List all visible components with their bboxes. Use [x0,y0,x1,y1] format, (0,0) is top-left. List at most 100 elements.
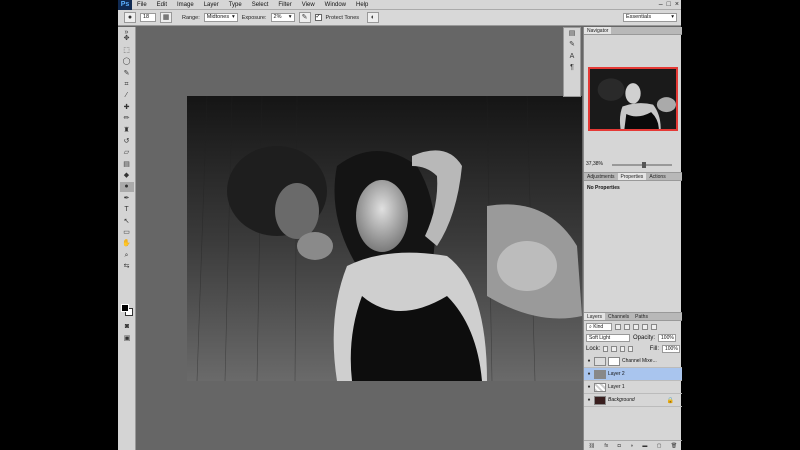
blend-mode-select[interactable]: Soft Light [586,333,630,342]
eyedropper-tool-icon[interactable]: ⁄ [120,91,134,101]
filter-type-icon[interactable] [633,323,639,330]
visibility-eye-icon[interactable]: ● [584,384,594,390]
fill-label: Fill: [649,345,659,352]
move-tool-icon[interactable]: ✥ [120,34,134,44]
brush-size-select[interactable]: 18 [140,13,156,22]
brush-presets-icon[interactable]: ✎ [565,40,579,50]
hand-tool-icon[interactable]: ✋ [120,239,134,249]
screen-mode-icon[interactable]: ▣ [120,334,134,344]
zoom-tool-icon[interactable]: ⌕ [120,251,134,261]
fx-icon[interactable]: fx [604,443,608,449]
dodge-tool-preset-icon[interactable]: ● [124,12,136,23]
quick-mask-icon[interactable]: ◙ [120,322,134,332]
protect-tones-checkbox[interactable]: ✓ [314,14,322,21]
crop-tool-icon[interactable]: ⌗ [120,80,134,90]
history-panel-icon[interactable]: ▤ [565,29,579,39]
path-select-tool-icon[interactable]: ↖ [120,217,134,227]
layer-row-layer-1[interactable]: ● Layer 1 [584,381,682,394]
menu-image[interactable]: Image [172,0,199,10]
blur-tool-icon[interactable]: ◆ [120,171,134,181]
swap-colors-icon[interactable]: ⇆ [120,262,134,272]
blend-row: Soft Light Opacity: 100% [584,332,682,343]
brush-tool-icon[interactable]: ✏ [120,114,134,124]
menu-type[interactable]: Type [224,0,247,10]
eraser-tool-icon[interactable]: ▱ [120,148,134,158]
tab-layers[interactable]: Layers [584,313,606,320]
exposure-select[interactable]: 2% ▾ [270,13,295,22]
new-layer-icon[interactable]: ▢ [657,443,662,449]
adjustment-icon[interactable]: ◑ [630,443,633,449]
foreground-color-swatch[interactable] [121,304,129,312]
visibility-eye-icon[interactable]: ● [584,371,594,377]
layer-row-background[interactable]: ● Background 🔒 [584,394,682,407]
healing-brush-tool-icon[interactable]: ✚ [120,103,134,113]
tab-properties[interactable]: Properties [617,173,647,180]
airbrush-icon[interactable]: ✎ [298,12,311,23]
type-tool-icon[interactable]: T [120,205,134,215]
range-select[interactable]: Midtones ▾ [203,13,238,22]
brush-size-value: 18 [143,14,150,20]
opacity-value: 100% [661,334,674,341]
pen-tool-icon[interactable]: ✒ [120,194,134,204]
lock-pixels-icon[interactable] [611,345,617,352]
menu-view[interactable]: View [297,0,320,10]
navigator-zoom-value[interactable]: 37,38% [586,161,603,167]
layer-row-channel-mixer[interactable]: ● Channel Mixe... [584,355,682,368]
lock-all-icon[interactable] [627,345,633,352]
fill-input[interactable]: 100% [662,344,680,353]
trash-icon[interactable]: 🗑 [671,443,677,449]
folder-icon[interactable]: ▬ [642,443,647,449]
menu-window[interactable]: Window [320,0,351,10]
menu-file[interactable]: File [132,0,152,10]
link-icon[interactable]: ⛓ [589,443,595,449]
tools-collapse-icon[interactable]: » [120,28,134,36]
navigator-thumbnail[interactable] [588,67,678,131]
brush-panel-icon[interactable]: ▦ [160,12,172,23]
maximize-button[interactable]: □ [667,0,671,10]
photoshop-window: Ps File Edit Image Layer Type Select Fil… [118,0,682,450]
filter-adjustment-icon[interactable] [624,323,630,330]
document-canvas[interactable] [187,96,582,381]
menu-edit[interactable]: Edit [152,0,172,10]
lock-position-icon[interactable] [619,345,625,352]
menu-layer[interactable]: Layer [199,0,224,10]
quick-select-tool-icon[interactable]: ✎ [120,69,134,79]
filter-shape-icon[interactable] [642,323,648,330]
menu-select[interactable]: Select [247,0,274,10]
character-panel-icon[interactable]: A [565,52,579,62]
tab-navigator[interactable]: Navigator [584,27,612,34]
layer-thumbnail [594,382,606,392]
tab-channels[interactable]: Channels [605,313,632,320]
dodge-tool-icon[interactable]: ● [119,182,134,193]
layer-row-layer-2[interactable]: ● Layer 2 [584,368,682,381]
gradient-tool-icon[interactable]: ▤ [120,160,134,170]
layer-kind-select[interactable]: ⌕ Kind [586,322,612,331]
marquee-tool-icon[interactable]: ⬚ [120,46,134,56]
close-button[interactable]: × [675,0,679,10]
minimize-button[interactable]: – [659,0,663,10]
tab-paths[interactable]: Paths [632,313,651,320]
navigator-zoom-slider[interactable] [612,162,672,168]
tab-adjustments[interactable]: Adjustments [584,173,618,180]
filter-pixel-icon[interactable] [615,323,621,330]
lasso-tool-icon[interactable]: ◯ [120,57,134,67]
search-icon: ⌕ [589,323,592,330]
mask-icon[interactable]: ◘ [618,443,621,449]
pressure-icon[interactable]: ◐ [367,12,380,23]
chevron-down-icon: ▾ [288,14,292,20]
menu-filter[interactable]: Filter [273,0,296,10]
zoom-slider-handle[interactable] [642,162,646,168]
filter-smart-icon[interactable] [651,323,657,330]
history-brush-tool-icon[interactable]: ↺ [120,137,134,147]
visibility-eye-icon[interactable]: ● [584,397,594,403]
lock-transparency-icon[interactable] [603,345,609,352]
visibility-eye-icon[interactable]: ● [584,358,594,364]
paragraph-panel-icon[interactable]: ¶ [565,63,579,73]
tab-actions[interactable]: Actions [646,173,668,180]
menu-help[interactable]: Help [351,0,373,10]
workspace-value: Essentials [626,14,652,20]
opacity-input[interactable]: 100% [658,333,677,342]
workspace-select[interactable]: Essentials ▾ [623,13,677,22]
clone-stamp-tool-icon[interactable]: ♜ [120,126,134,136]
shape-tool-icon[interactable]: ▭ [120,228,134,238]
